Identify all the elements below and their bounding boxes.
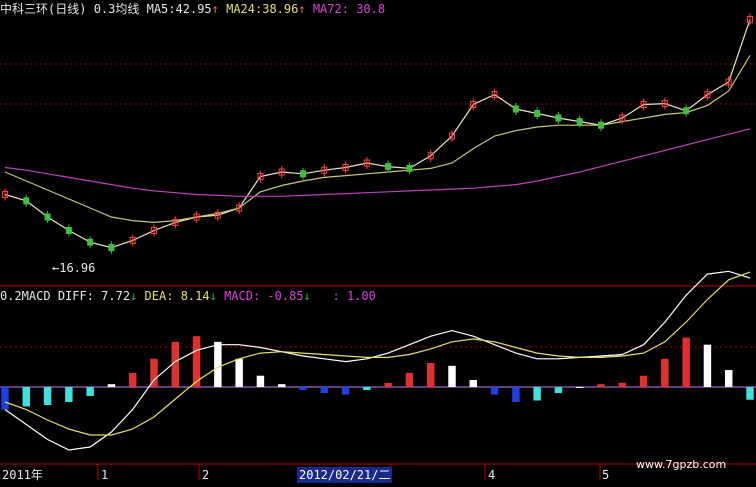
stock-title: 中科三环(日线) <box>0 2 87 16</box>
macd-bar-17 <box>363 387 371 390</box>
macd-bar-19 <box>405 372 414 387</box>
macd-bar-5 <box>107 384 116 387</box>
macd-bar-34 <box>724 370 733 387</box>
ma24-arrow-icon: ↑ <box>298 2 306 16</box>
macd-bar-29 <box>618 382 627 387</box>
ma24-value: 38.96 <box>262 2 299 16</box>
macd-bar-2 <box>43 387 52 405</box>
diff-label: DIFF: <box>57 289 94 303</box>
candle-body-32 <box>683 107 690 115</box>
macd-bar-33 <box>703 344 712 387</box>
x-label-2: 2 <box>202 468 210 482</box>
candle-body-18 <box>385 163 392 171</box>
dea-value: 8.14 <box>180 289 210 303</box>
macd-bar-30 <box>639 375 648 387</box>
candle-body-1 <box>23 197 30 205</box>
candle-body-3 <box>65 227 72 234</box>
macd-bar-27 <box>575 387 584 388</box>
macd-bar-32 <box>682 337 690 387</box>
macd-bar-25 <box>533 387 541 401</box>
macd-bar-23 <box>490 387 499 395</box>
macd-bar-3 <box>65 387 73 402</box>
macd-bar-24 <box>512 387 520 402</box>
cursor-date: 2012/02/21/二 <box>299 468 391 482</box>
candle-body-19 <box>406 164 413 172</box>
x-label-1: 1 <box>101 468 109 482</box>
cursor-date-box: 2012/02/21/二 <box>297 467 393 483</box>
watermark: www.7gpzb.com <box>636 458 727 471</box>
macd-value: -0.85 <box>267 289 304 303</box>
candle-body-28 <box>598 121 604 129</box>
macd-bar-21 <box>448 365 456 387</box>
ma5-label: MA5: <box>146 2 176 16</box>
macd-bar-28 <box>597 384 605 387</box>
macd-label: MACD: <box>224 289 261 303</box>
candle-body-24 <box>512 105 519 113</box>
macd-bar-1 <box>22 387 31 407</box>
ma24-label: MA24: <box>226 2 263 16</box>
ma5-arrow-icon: ↑ <box>211 2 219 16</box>
macd-bar-18 <box>384 382 392 387</box>
diff-arrow-icon: ↓ <box>130 289 138 303</box>
macd-bar-35 <box>746 387 754 400</box>
ma72-value: 30.8 <box>356 2 386 16</box>
candle-body-26 <box>555 114 562 122</box>
macd-bar-31 <box>661 358 669 387</box>
extra-label: : <box>332 289 340 303</box>
x-label-4: 4 <box>488 468 496 482</box>
candle-body-14 <box>300 170 306 178</box>
macd-bar-22 <box>469 379 478 387</box>
macd-header: 0.2MACD DIFF: 7.72↓ DEA: 8.14↓ MACD: -0.… <box>0 289 376 303</box>
candle-body-25 <box>534 110 541 117</box>
low-price-marker: ←16.96 <box>52 261 96 275</box>
dea-label: DEA: <box>144 289 174 303</box>
low-price-value: 16.96 <box>59 261 96 275</box>
candle-body-2 <box>44 213 51 221</box>
macd-bar-12 <box>256 375 265 387</box>
candle-body-27 <box>576 118 583 126</box>
chart-header: 中科三环(日线) 0.3均线 MA5:42.95↑ MA24:38.96↑ MA… <box>0 2 385 16</box>
candle-body-4 <box>87 238 94 246</box>
ma5-value: 42.95 <box>175 2 212 16</box>
extra-value: 1.00 <box>346 289 376 303</box>
dea-arrow-icon: ↓ <box>209 289 217 303</box>
macd-arrow-icon: ↓ <box>303 289 311 303</box>
diff-value: 7.72 <box>101 289 131 303</box>
macd-bar-11 <box>235 358 243 387</box>
x-label-0: 2011年 <box>2 468 43 482</box>
macd-bar-16 <box>341 387 350 395</box>
x-label-5: 5 <box>602 468 610 482</box>
macd-bar-6 <box>128 372 137 387</box>
macd-bar-13 <box>277 384 286 387</box>
ma72-label: MA72: <box>312 2 349 16</box>
macd-bar-20 <box>426 363 435 387</box>
candle-body-5 <box>108 244 115 252</box>
macd-bar-26 <box>554 387 563 393</box>
macd-bar-10 <box>214 341 222 387</box>
macd-bar-4 <box>86 387 94 396</box>
stock-chart <box>0 0 756 487</box>
macd-prefix: 0.2MACD <box>0 289 51 303</box>
avg-label: 0.3均线 <box>93 2 140 16</box>
macd-bar-0 <box>1 387 9 410</box>
macd-bar-14 <box>299 387 307 390</box>
macd-bar-15 <box>320 387 329 393</box>
